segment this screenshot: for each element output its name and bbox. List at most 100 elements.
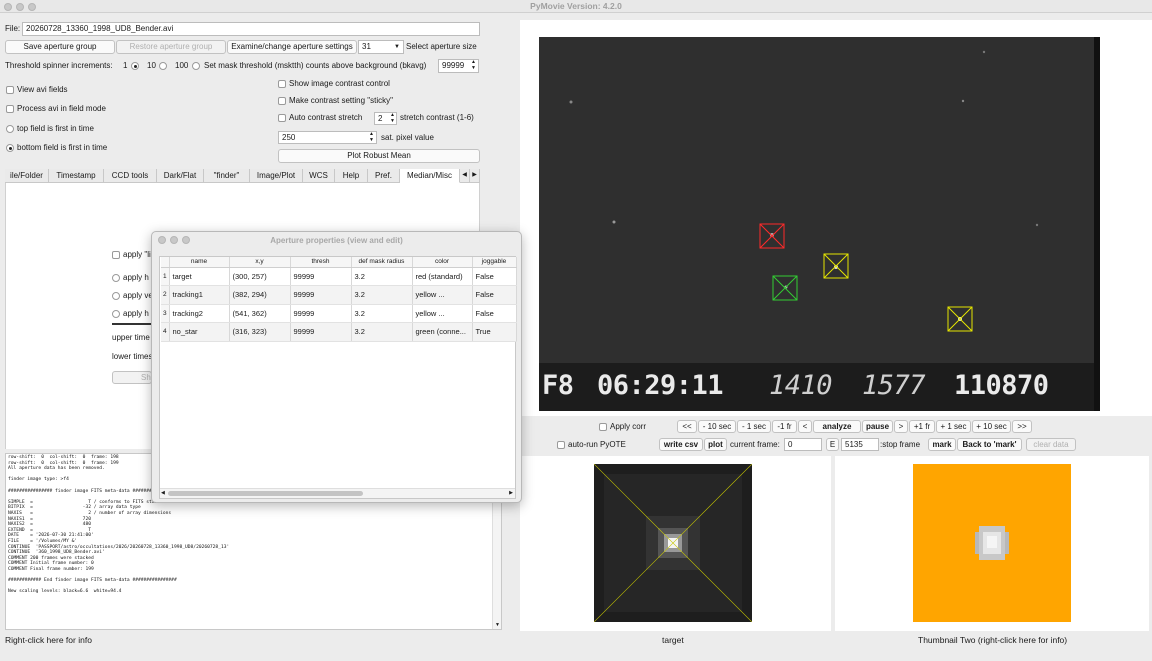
table-cell[interactable]: yellow ... (412, 304, 473, 323)
forward-1-sec-button[interactable]: + 1 sec (936, 420, 971, 433)
table-cell[interactable]: 99999 (290, 304, 352, 323)
tab-median-misc[interactable]: Median/Misc (400, 169, 460, 183)
scroll-right-icon[interactable]: ▶ (509, 490, 513, 496)
apply-checkbox-1[interactable] (112, 251, 120, 259)
spinner-arrows-icon[interactable]: ▲ ▼ (390, 113, 395, 124)
plot-button[interactable]: plot (704, 438, 727, 451)
scroll-down-icon[interactable]: ▼ (495, 622, 500, 628)
column-header[interactable]: name (169, 257, 230, 268)
table-cell[interactable]: False (472, 285, 517, 305)
table-cell[interactable]: tracking1 (169, 285, 230, 305)
back-all-button[interactable]: << (677, 420, 697, 433)
back-10-sec-button[interactable]: - 10 sec (698, 420, 736, 433)
table-cell[interactable]: True (472, 322, 517, 342)
apply-radio-2[interactable] (112, 274, 120, 282)
analyze-button[interactable]: analyze (813, 420, 861, 433)
tab-dark-flat[interactable]: Dark/Flat (157, 169, 204, 183)
table-cell[interactable]: (300, 257) (229, 267, 291, 286)
thumbnail-one-panel[interactable] (520, 456, 831, 631)
play-forward-button[interactable]: > (894, 420, 908, 433)
table-horizontal-scrollbar[interactable]: ◀ ▶ (160, 488, 515, 498)
table-cell[interactable]: 3.2 (351, 267, 413, 286)
sat-pixel-spinner[interactable]: 250 ▲ ▼ (278, 131, 377, 144)
forward-all-button[interactable]: >> (1012, 420, 1032, 433)
current-frame-field[interactable]: 0 (784, 438, 822, 451)
stretch-contrast-spinner[interactable]: 2 ▲ ▼ (374, 112, 397, 125)
table-cell[interactable]: 99999 (290, 267, 352, 286)
examine-aperture-settings-button[interactable]: Examine/change aperture settings (227, 40, 357, 54)
aperture-size-select[interactable]: 31 ▼ (358, 40, 404, 54)
column-header[interactable]: def mask radius (351, 257, 413, 268)
show-button[interactable]: Sh (112, 371, 152, 384)
table-cell[interactable]: target (169, 267, 230, 286)
table-cell[interactable]: 3.2 (351, 304, 413, 323)
table-cell[interactable]: False (472, 304, 517, 323)
write-csv-button[interactable]: write csv (659, 438, 703, 451)
aperture-no-star-green[interactable] (772, 275, 802, 305)
table-cell[interactable]: green (conne... (412, 322, 473, 342)
auto-contrast-stretch-checkbox[interactable] (278, 114, 286, 122)
table-cell[interactable]: 99999 (290, 285, 352, 305)
tab-file-folder[interactable]: ile/Folder (5, 169, 49, 183)
table-cell[interactable]: 3.2 (351, 285, 413, 305)
top-field-first-radio[interactable] (6, 125, 14, 133)
table-cell[interactable]: 99999 (290, 322, 352, 342)
plot-robust-mean-button[interactable]: Plot Robust Mean (278, 149, 480, 163)
play-back-button[interactable]: < (798, 420, 812, 433)
mask-threshold-spinner[interactable]: 99999 ▲ ▼ (438, 59, 479, 73)
scroll-left-icon[interactable]: ◀ (161, 490, 165, 496)
table-cell[interactable]: (316, 323) (229, 322, 291, 342)
pause-button[interactable]: pause (862, 420, 893, 433)
apply-radio-4[interactable] (112, 310, 120, 318)
tab-finder[interactable]: "finder" (204, 169, 250, 183)
restore-aperture-group-button[interactable]: Restore aperture group (116, 40, 226, 54)
table-cell[interactable]: False (472, 267, 517, 286)
column-header[interactable]: joggable (472, 257, 517, 268)
tab-help[interactable]: Help (335, 169, 368, 183)
sticky-contrast-checkbox[interactable] (278, 97, 286, 105)
tab-timestamp[interactable]: Timestamp (49, 169, 104, 183)
forward-10-sec-button[interactable]: + 10 sec (972, 420, 1011, 433)
tab-ccd-tools[interactable]: CCD tools (104, 169, 157, 183)
column-header[interactable]: color (412, 257, 473, 268)
column-header[interactable]: x,y (229, 257, 291, 268)
aperture-tracking2-yellow[interactable] (947, 306, 977, 336)
tab-image-plot[interactable]: Image/Plot (250, 169, 303, 183)
bottom-field-first-radio[interactable] (6, 144, 14, 152)
stop-frame-field[interactable]: 5135 (841, 438, 879, 451)
tab-pref[interactable]: Pref. (368, 169, 400, 183)
tab-scroll-right-icon[interactable]: ▶ (470, 169, 480, 183)
back-to-mark-button[interactable]: Back to 'mark' (957, 438, 1022, 451)
apply-corr-checkbox[interactable] (599, 423, 607, 431)
table-cell[interactable]: (382, 294) (229, 285, 291, 305)
column-header[interactable]: thresh (290, 257, 352, 268)
forward-1-frame-button[interactable]: +1 fr (909, 420, 935, 433)
file-path-field[interactable]: 20260728_13360_1998_UD8_Bender.avi (22, 22, 480, 36)
thumbnail-two-panel[interactable] (835, 456, 1149, 631)
table-cell[interactable]: tracking2 (169, 304, 230, 323)
process-field-mode-checkbox[interactable] (6, 105, 14, 113)
scrollbar-thumb[interactable] (168, 491, 363, 496)
table-cell[interactable]: 3.2 (351, 322, 413, 342)
table-cell[interactable]: red (standard) (412, 267, 473, 286)
auto-run-pyote-checkbox[interactable] (557, 441, 565, 449)
mark-button[interactable]: mark (928, 438, 956, 451)
aperture-target-red[interactable] (759, 223, 789, 253)
table-cell[interactable]: yellow ... (412, 285, 473, 305)
video-frame-display[interactable]: F8 06:29:11 1410 1577 110870 (539, 37, 1100, 411)
aperture-tracking1-yellow[interactable] (823, 253, 853, 283)
e-button[interactable]: E (826, 438, 839, 451)
view-avi-fields-checkbox[interactable] (6, 86, 14, 94)
clear-data-button[interactable]: clear data (1026, 438, 1076, 451)
back-1-sec-button[interactable]: - 1 sec (737, 420, 771, 433)
thumbnail-two-label[interactable]: Thumbnail Two (right-click here for info… (918, 635, 1067, 645)
increment-1-radio[interactable] (131, 62, 139, 70)
show-contrast-checkbox[interactable] (278, 80, 286, 88)
save-aperture-group-button[interactable]: Save aperture group (5, 40, 115, 54)
apply-radio-3[interactable] (112, 292, 120, 300)
increment-10-radio[interactable] (159, 62, 167, 70)
table-cell[interactable]: (541, 362) (229, 304, 291, 323)
table-cell[interactable]: no_star (169, 322, 230, 342)
back-1-frame-button[interactable]: -1 fr (772, 420, 797, 433)
spinner-arrows-icon[interactable]: ▲ ▼ (369, 132, 374, 143)
